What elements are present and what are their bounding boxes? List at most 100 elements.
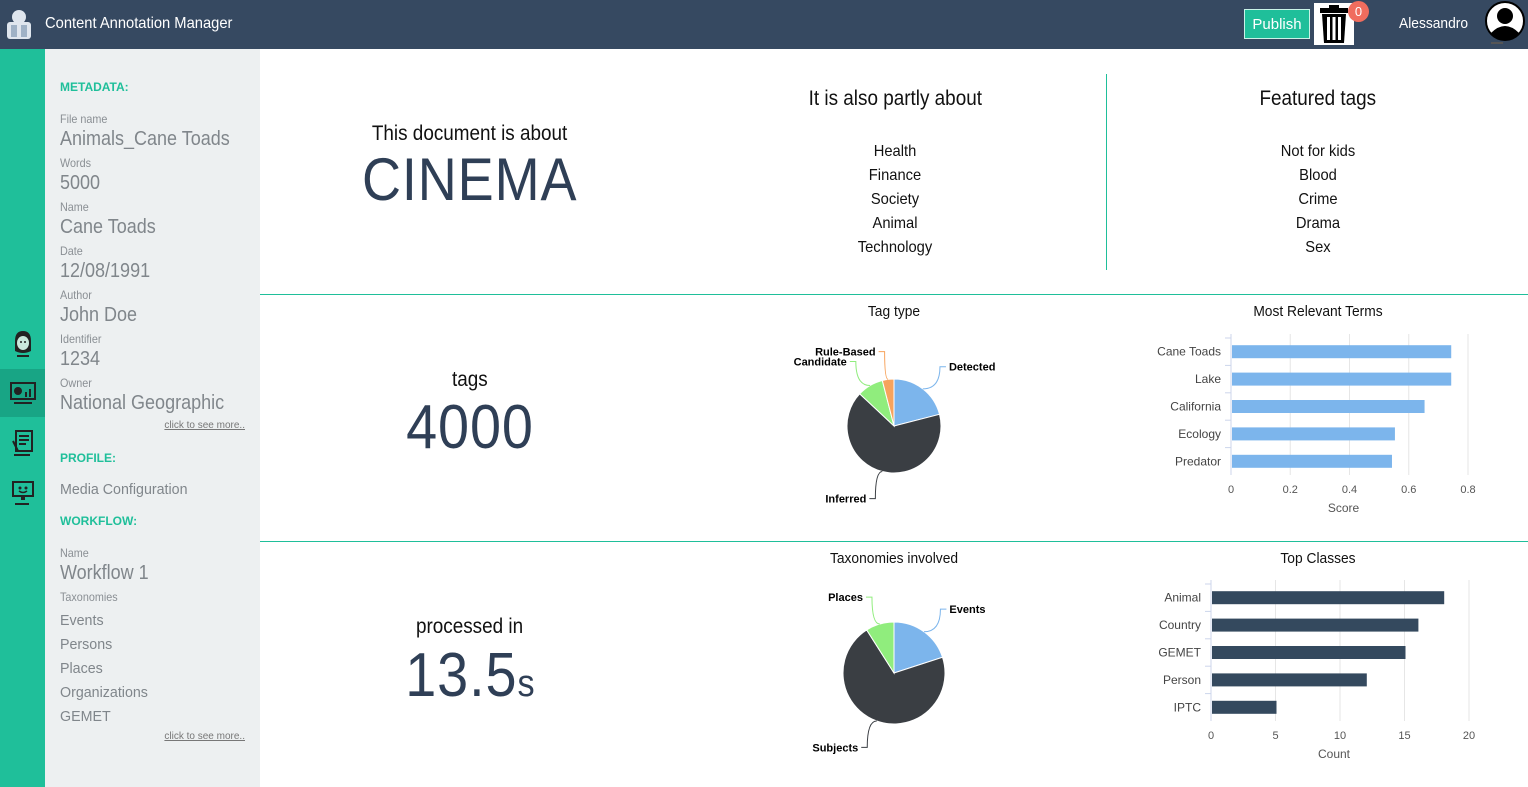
- partly-item: Animal: [872, 215, 918, 232]
- chart-title: Tag type: [867, 303, 921, 320]
- y-category-label: California: [1170, 400, 1221, 414]
- pie-connector: [869, 471, 883, 500]
- partly-block: It is also partly about: [745, 87, 1045, 111]
- x-tick-label: 0: [1208, 730, 1214, 742]
- app-logo-icon[interactable]: [4, 7, 34, 41]
- divider: [260, 541, 1528, 542]
- divider: [1106, 74, 1107, 270]
- name-value: Cane Toads: [60, 216, 156, 238]
- top-bar: Content Annotation Manager Publish 0 Ale…: [0, 0, 1528, 49]
- username[interactable]: Alessandro: [1399, 15, 1468, 32]
- x-tick-label: 0.8: [1460, 484, 1475, 496]
- identifier-label: Identifier: [60, 332, 102, 346]
- top-classes-bar-chart: 0 5 10 15 20 Animal Country GEMET Person IPTC Coun…: [1158, 580, 1475, 761]
- x-tick-label: 5: [1272, 730, 1278, 742]
- pie-label: Subjects: [812, 742, 858, 754]
- tag-type-pie-chart: DetectedInferredCandidateRule-Based: [794, 347, 996, 506]
- taxonomy-item: Persons: [60, 636, 113, 653]
- left-nav-rail: [0, 49, 45, 787]
- partly-heading: It is also partly about: [808, 87, 982, 110]
- about-heading: This document is about: [372, 122, 568, 145]
- metadata-see-more-link[interactable]: click to see more..: [164, 420, 245, 431]
- x-axis-title: Score: [1328, 501, 1360, 515]
- pie-label: Events: [949, 604, 985, 616]
- author-label: Author: [60, 288, 92, 302]
- user-avatar-icon[interactable]: [1485, 1, 1525, 45]
- featured-block: Featured tags: [1168, 87, 1468, 111]
- taxonomy-item: GEMET: [60, 708, 111, 725]
- owner-label: Owner: [60, 376, 92, 390]
- bar: [1212, 700, 1277, 714]
- bar: [1212, 673, 1367, 687]
- partly-item: Health: [873, 143, 917, 160]
- taxonomies-pie-chart: Events Subjects Places: [812, 592, 985, 754]
- x-tick-label: 0.6: [1401, 484, 1416, 496]
- pie-connector: [865, 596, 880, 625]
- processed-unit: s: [517, 663, 536, 705]
- words-label: Words: [60, 156, 92, 170]
- metadata-heading: METADATA:: [60, 80, 129, 94]
- bar: [1212, 591, 1445, 605]
- metadata-panel: METADATA: File name Animals_Cane Toads W…: [45, 49, 260, 787]
- about-block: This document is about: [320, 122, 620, 146]
- trash-icon: [1320, 5, 1348, 43]
- workflow-see-more-link[interactable]: click to see more..: [164, 731, 245, 742]
- chart-title: Taxonomies involved: [829, 550, 959, 567]
- rail-item-profile[interactable]: [0, 319, 45, 367]
- partly-item: Finance: [868, 167, 922, 184]
- main-content: This document is about CINEMA It is also…: [260, 49, 1528, 787]
- x-tick-label: 15: [1398, 730, 1410, 742]
- partly-item: Technology: [857, 239, 933, 256]
- chart-title: Top Classes: [1280, 550, 1356, 567]
- face-icon: [14, 331, 31, 357]
- bar: [1232, 400, 1425, 413]
- rail-item-monitor[interactable]: [0, 469, 45, 517]
- pie-connector: [878, 351, 889, 380]
- identifier-value: 1234: [60, 348, 101, 370]
- taxonomy-item: Places: [60, 660, 103, 677]
- trash-count-badge: 0: [1348, 1, 1369, 22]
- publish-button[interactable]: Publish: [1244, 9, 1310, 39]
- author-value: John Doe: [60, 304, 138, 326]
- tags-count-block: 4000: [320, 392, 620, 463]
- y-category-label: IPTC: [1174, 700, 1202, 714]
- monitor-icon: [11, 481, 34, 505]
- featured-tag: Not for kids: [1280, 143, 1356, 160]
- date-value: 12/08/1991: [60, 260, 151, 282]
- bar: [1232, 454, 1392, 468]
- pie-label: Detected: [949, 362, 995, 374]
- file-name-value: Animals_Cane Toads: [60, 128, 230, 150]
- chart-title: Most Relevant Terms: [1253, 303, 1383, 320]
- workflow-name-value: Workflow 1: [60, 562, 149, 584]
- pie-connector: [861, 720, 877, 748]
- rail-item-documents[interactable]: [0, 419, 45, 467]
- x-axis-title: Count: [1318, 747, 1351, 761]
- workflow-heading: WORKFLOW:: [60, 514, 138, 528]
- featured-heading: Featured tags: [1259, 87, 1377, 110]
- relevant-terms-bar-chart: 0 0.2 0.4 0.6 0.8 Cane Toads Lake California Eco…: [1157, 334, 1476, 515]
- processed-time-block: 13.5s: [320, 640, 620, 711]
- pie-connector: [849, 360, 871, 387]
- y-category-label: Person: [1163, 673, 1201, 687]
- x-tick-label: 20: [1463, 730, 1475, 742]
- processed-label: processed in: [416, 615, 524, 638]
- y-category-label: Cane Toads: [1157, 345, 1221, 359]
- date-label: Date: [60, 244, 83, 258]
- y-category-label: Country: [1159, 618, 1201, 632]
- words-value: 5000: [60, 172, 101, 194]
- featured-tag: Drama: [1295, 215, 1341, 232]
- processed-time: 13.5s: [405, 640, 535, 711]
- main-topic: CINEMA: [362, 146, 578, 213]
- taxonomy-item: Events: [60, 612, 104, 629]
- bar: [1232, 345, 1452, 359]
- rail-item-dashboard[interactable]: [0, 369, 45, 417]
- x-tick-label: 0.4: [1342, 484, 1357, 496]
- pie-label: Inferred: [825, 494, 866, 506]
- processed-stat: processed in: [320, 615, 620, 639]
- bar: [1232, 372, 1452, 386]
- partly-item: Society: [870, 191, 920, 208]
- processed-value: 13.5: [404, 641, 518, 710]
- name-label: Name: [60, 200, 89, 214]
- app-title: Content Annotation Manager: [45, 15, 233, 32]
- x-tick-label: 10: [1334, 730, 1346, 742]
